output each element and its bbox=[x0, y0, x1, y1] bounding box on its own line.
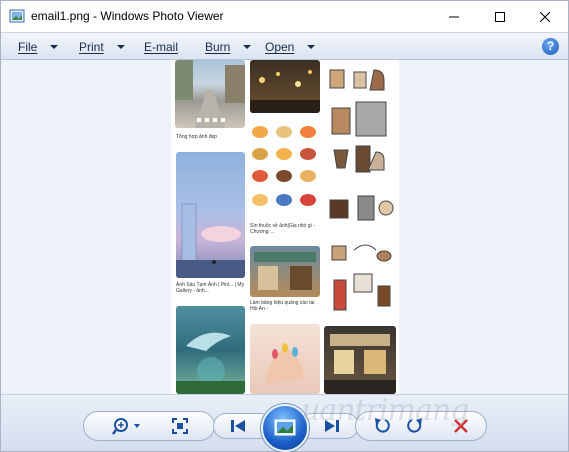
zoom-in-icon bbox=[112, 418, 140, 435]
food-illustration-tile bbox=[250, 122, 320, 220]
street-caption: Tổng hợp ảnh đẹp bbox=[176, 134, 218, 140]
menu-burn-label: Burn bbox=[205, 40, 231, 54]
menu-bar: File Print E-mail Burn Open ? bbox=[1, 32, 568, 60]
previous-button[interactable] bbox=[227, 415, 249, 437]
anime-sky-caption: Ảnh Sáu Tạm Ảnh | Pinl... | My Gallery -… bbox=[176, 282, 245, 294]
window-title: email1.png - Windows Photo Viewer bbox=[31, 9, 224, 23]
zoom-button[interactable] bbox=[111, 415, 143, 437]
photo-viewer-window: email1.png - Windows Photo Viewer File P… bbox=[0, 0, 569, 452]
watermark: uantrimang bbox=[301, 393, 469, 428]
nails-photo-tile bbox=[250, 324, 320, 394]
minimize-icon bbox=[449, 16, 459, 17]
cafe-photo-illustration bbox=[324, 334, 396, 394]
help-icon[interactable]: ? bbox=[542, 38, 559, 55]
title-bar: email1.png - Windows Photo Viewer bbox=[1, 1, 568, 32]
actual-size-icon bbox=[172, 418, 188, 434]
menu-burn[interactable]: Burn bbox=[205, 40, 252, 54]
street-photo-illustration bbox=[175, 60, 245, 128]
shop-front-tile bbox=[250, 246, 320, 297]
chevron-down-icon bbox=[50, 45, 59, 49]
chevron-down-icon bbox=[307, 45, 316, 49]
night-city-illustration bbox=[250, 70, 320, 113]
menu-print-label: Print bbox=[79, 40, 104, 54]
cafe-photo-tile bbox=[324, 326, 396, 394]
coffee-illustration-tile bbox=[324, 60, 396, 322]
menu-file-label: File bbox=[18, 40, 38, 54]
coffee-illustration bbox=[329, 69, 394, 311]
slideshow-icon bbox=[274, 419, 296, 436]
fantasy-art-tile bbox=[176, 306, 245, 394]
previous-icon bbox=[231, 420, 245, 432]
chevron-down-icon bbox=[116, 45, 125, 49]
actual-size-button[interactable] bbox=[169, 415, 191, 437]
shop-caption: Làm bảng hiệu quảng cáo tại Hội An - bbox=[250, 300, 315, 312]
food-caption: Sìn thuộc về ảnh|Gia nhó gì - Chương ... bbox=[250, 223, 315, 235]
anime-sky-tile bbox=[176, 152, 245, 278]
maximize-icon bbox=[495, 11, 505, 22]
street-photo-tile bbox=[175, 60, 245, 128]
menu-email[interactable]: E-mail bbox=[144, 40, 178, 54]
night-city-tile bbox=[250, 60, 320, 113]
menu-open[interactable]: Open bbox=[265, 40, 316, 54]
close-icon bbox=[540, 11, 550, 22]
menu-file[interactable]: File bbox=[18, 40, 59, 54]
image-viewer-area: Tổng hợp ảnh đẹp Ảnh Sáu Tạm Ảnh | Pinl.… bbox=[1, 60, 568, 394]
left-toolbar-group bbox=[83, 411, 215, 441]
anime-sky-illustration bbox=[176, 203, 245, 278]
menu-open-label: Open bbox=[265, 40, 295, 54]
fantasy-art-illustration bbox=[176, 332, 245, 394]
photo-viewer-app-icon bbox=[9, 9, 25, 23]
menu-print[interactable]: Print bbox=[79, 40, 125, 54]
displayed-image: Tổng hợp ảnh đẹp Ảnh Sáu Tạm Ảnh | Pinl.… bbox=[171, 60, 399, 394]
chevron-down-icon bbox=[243, 45, 252, 49]
close-button[interactable] bbox=[522, 1, 568, 32]
nails-photo-illustration bbox=[265, 343, 305, 384]
maximize-button[interactable] bbox=[477, 1, 523, 32]
shop-front-illustration bbox=[254, 252, 316, 290]
food-illustration bbox=[252, 126, 316, 206]
menu-email-label: E-mail bbox=[144, 40, 179, 54]
minimize-button[interactable] bbox=[431, 1, 477, 32]
